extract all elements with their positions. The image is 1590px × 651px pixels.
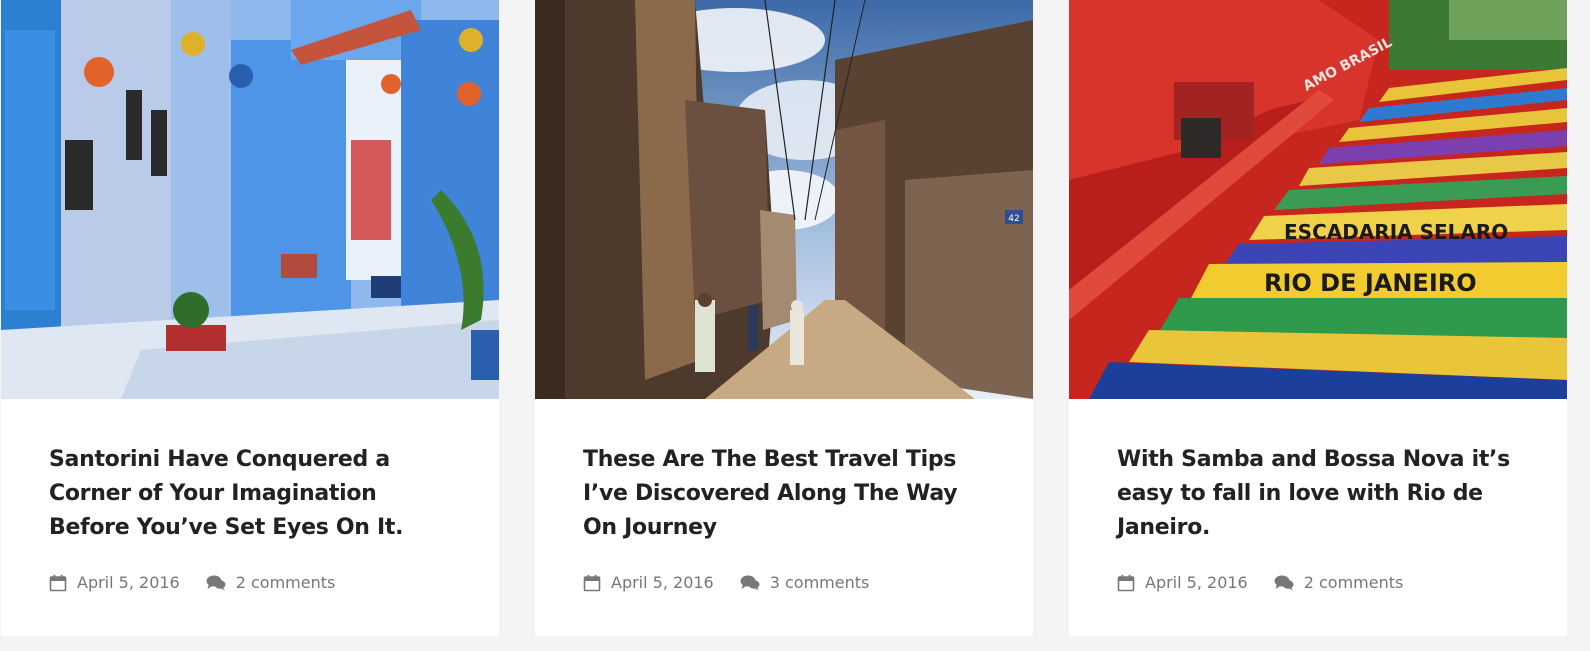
post-date[interactable]: April 5, 2016: [583, 573, 714, 592]
post-meta: April 5, 2016 2 comments: [1117, 573, 1519, 592]
blog-grid: Santorini Have Conquered a Corner of You…: [0, 0, 1590, 651]
post-comments[interactable]: 3 comments: [740, 573, 870, 592]
post-date-text: April 5, 2016: [611, 573, 714, 592]
post-date[interactable]: April 5, 2016: [1117, 573, 1248, 592]
house-number-sign: 42: [1008, 214, 1019, 224]
post-card[interactable]: ESCADARIA SELARO RIO DE JANEIRO AMO BRAS…: [1069, 0, 1567, 636]
post-thumbnail[interactable]: [1, 0, 499, 399]
post-date-text: April 5, 2016: [1145, 573, 1248, 592]
post-comments-text: 2 comments: [235, 573, 336, 592]
post-comments-text: 2 comments: [1303, 573, 1404, 592]
calendar-icon: [1117, 574, 1135, 591]
post-meta: April 5, 2016 2 comments: [49, 573, 451, 592]
post-title[interactable]: Santorini Have Conquered a Corner of You…: [49, 443, 451, 545]
calendar-icon: [583, 574, 601, 591]
post-thumbnail[interactable]: 42: [535, 0, 1033, 399]
post-comments[interactable]: 2 comments: [206, 573, 336, 592]
calendar-icon: [49, 574, 67, 591]
post-card[interactable]: Santorini Have Conquered a Corner of You…: [1, 0, 499, 636]
post-title[interactable]: With Samba and Bossa Nova it’s easy to f…: [1117, 443, 1519, 545]
post-image-blue-alley: [1, 0, 499, 399]
post-image-tiled-staircase: ESCADARIA SELARO RIO DE JANEIRO AMO BRAS…: [1069, 0, 1567, 399]
post-date-text: April 5, 2016: [77, 573, 180, 592]
speech-bubble-icon: [1274, 575, 1294, 590]
post-title[interactable]: These Are The Best Travel Tips I’ve Disc…: [583, 443, 985, 545]
stairs-sign-line2: RIO DE JANEIRO: [1264, 269, 1477, 297]
post-card[interactable]: 42 These Are The Best Travel Tips I’ve D…: [535, 0, 1033, 636]
speech-bubble-icon: [206, 575, 226, 590]
post-comments-text: 3 comments: [769, 573, 870, 592]
post-image-old-street: 42: [535, 0, 1033, 399]
post-comments[interactable]: 2 comments: [1274, 573, 1404, 592]
stairs-sign-line1: ESCADARIA SELARO: [1284, 220, 1508, 244]
post-thumbnail[interactable]: ESCADARIA SELARO RIO DE JANEIRO AMO BRAS…: [1069, 0, 1567, 399]
post-date[interactable]: April 5, 2016: [49, 573, 180, 592]
post-meta: April 5, 2016 3 comments: [583, 573, 985, 592]
speech-bubble-icon: [740, 575, 760, 590]
